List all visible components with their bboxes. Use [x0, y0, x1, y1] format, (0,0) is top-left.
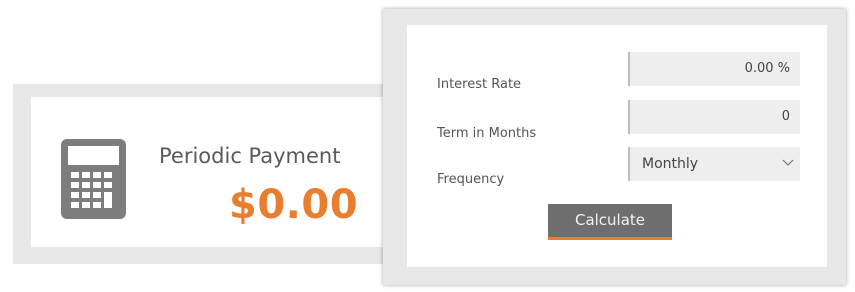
result-card: Periodic Payment $0.00	[13, 84, 393, 264]
term-months-input[interactable]: 0	[628, 100, 800, 134]
term-months-label: Term in Months	[437, 126, 537, 141]
calculate-button[interactable]: Calculate	[548, 204, 672, 240]
chevron-down-icon	[782, 159, 794, 166]
calculator-form: Interest Rate 0.00 % Term in Months 0 Fr…	[407, 25, 827, 267]
periodic-payment-label: Periodic Payment	[159, 144, 341, 168]
frequency-selected-value: Monthly	[642, 156, 699, 172]
frequency-label: Frequency	[437, 172, 505, 187]
result-panel: Periodic Payment $0.00	[31, 97, 391, 247]
interest-rate-input[interactable]: 0.00 %	[628, 52, 800, 86]
frequency-select[interactable]: Monthly	[628, 147, 800, 181]
loan-calculator-widget: Periodic Payment $0.00 Interest Rate 0.0…	[0, 0, 855, 292]
calculator-icon	[61, 139, 126, 219]
calculator-form-card: Interest Rate 0.00 % Term in Months 0 Fr…	[383, 9, 846, 285]
interest-rate-label: Interest Rate	[437, 77, 522, 92]
periodic-payment-amount: $0.00	[229, 182, 359, 228]
